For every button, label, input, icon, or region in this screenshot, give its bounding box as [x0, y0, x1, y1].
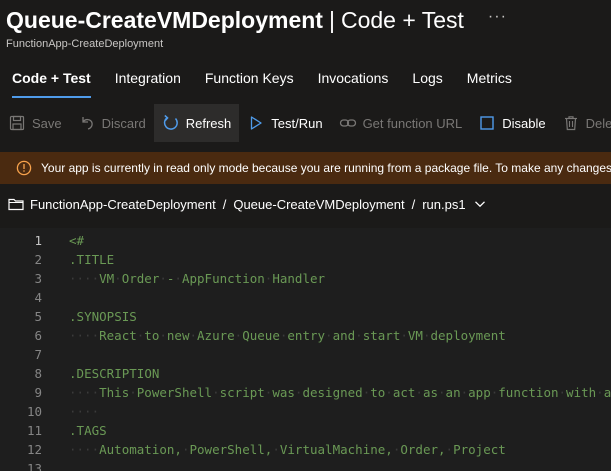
breadcrumb-separator: / [222, 196, 227, 212]
code-line[interactable]: 6 ····React·to·new·Azure·Queue·entry·and·… [0, 326, 611, 345]
command-bar: Save Discard Refresh Test/Run Get functi… [0, 104, 611, 142]
code-text: ····This·PowerShell·script·was·designed·… [69, 383, 611, 402]
tab-metrics[interactable]: Metrics [467, 66, 512, 98]
code-content: .SYNOPSIS [69, 309, 137, 324]
line-number: 13 [26, 461, 42, 471]
code-content: .TITLE [69, 252, 115, 267]
folder-icon [8, 198, 24, 211]
page-title: Queue-CreateVMDeployment [6, 6, 323, 33]
discard-label: Discard [101, 115, 146, 131]
code-line[interactable]: 2 .TITLE [0, 250, 611, 269]
disable-label: Disable [502, 115, 546, 131]
line-number: 6 [34, 328, 42, 343]
code-line[interactable]: 4 [0, 288, 611, 307]
line-number: 4 [34, 290, 42, 305]
test-run-label: Test/Run [271, 115, 323, 131]
code-line[interactable]: 7 [0, 345, 611, 364]
tab-invocations[interactable]: Invocations [318, 66, 389, 98]
line-number: 12 [26, 442, 42, 457]
function-editor-page: Queue-CreateVMDeployment | Code + Test ·… [0, 0, 611, 471]
line-number: 8 [34, 366, 42, 381]
code-line[interactable]: 11 .TAGS [0, 421, 611, 440]
code-text: .SYNOPSIS [69, 307, 137, 326]
code-content: VM·Order·-·AppFunction·Handler [99, 271, 326, 286]
breadcrumb-app[interactable]: FunctionApp-CreateDeployment [30, 197, 216, 212]
code-content: This·PowerShell·script·was·designed·to·a… [99, 385, 611, 400]
code-indent: ···· [69, 385, 100, 400]
code-line[interactable]: 3 ····VM·Order·-·AppFunction·Handler [0, 269, 611, 288]
code-line[interactable]: 8 .DESCRIPTION [0, 364, 611, 383]
link-icon [339, 114, 357, 132]
code-indent: ···· [69, 404, 100, 419]
code-line[interactable]: 5 .SYNOPSIS [0, 307, 611, 326]
discard-button[interactable]: Discard [70, 104, 154, 142]
disable-button[interactable]: Disable [470, 104, 553, 142]
play-icon [247, 114, 265, 132]
more-options-icon[interactable]: ··· [488, 8, 507, 26]
line-number: 9 [34, 385, 42, 400]
code-text: .TAGS [69, 421, 107, 440]
code-content: .TAGS [69, 423, 107, 438]
file-selector[interactable]: run.ps1 [422, 197, 465, 212]
save-label: Save [32, 115, 62, 131]
code-text: <# [69, 231, 84, 250]
page-title-section: Code + Test [340, 6, 464, 33]
undo-icon [78, 114, 96, 132]
refresh-label: Refresh [185, 115, 232, 131]
breadcrumb-separator: / [411, 196, 416, 212]
delete-button[interactable]: Delete [554, 104, 611, 142]
line-number: 3 [34, 271, 42, 286]
line-number: 7 [34, 347, 42, 362]
code-line[interactable]: 1 <# [0, 231, 611, 250]
line-number: 2 [34, 252, 42, 267]
line-number: 10 [26, 404, 42, 419]
code-line[interactable]: 10 ···· [0, 402, 611, 421]
code-line[interactable]: 9 ····This·PowerShell·script·was·designed… [0, 383, 611, 402]
refresh-icon [162, 114, 180, 132]
code-text: ···· [69, 402, 99, 421]
delete-label: Delete [585, 115, 611, 131]
code-text: ····VM·Order·-·AppFunction·Handler [69, 269, 325, 288]
save-button[interactable]: Save [0, 104, 70, 142]
title-separator: | [328, 6, 335, 33]
code-indent: ···· [69, 442, 100, 457]
code-content: .DESCRIPTION [69, 366, 160, 381]
banner-message: Your app is currently in read only mode … [41, 161, 611, 175]
tab-logs[interactable]: Logs [412, 66, 442, 98]
line-number: 11 [26, 423, 42, 438]
stop-icon [478, 114, 496, 132]
refresh-button[interactable]: Refresh [153, 104, 240, 142]
trash-icon [562, 114, 580, 132]
tab-integration[interactable]: Integration [115, 66, 181, 98]
code-content: Automation,·PowerShell,·VirtualMachine,·… [99, 442, 506, 457]
page-subtitle: FunctionApp-CreateDeployment [6, 38, 164, 50]
save-icon [8, 114, 26, 132]
breadcrumb-function[interactable]: Queue-CreateVMDeployment [233, 197, 404, 212]
test-run-button[interactable]: Test/Run [239, 104, 330, 142]
page-header: Queue-CreateVMDeployment | Code + Test ·… [6, 4, 507, 36]
chevron-down-icon[interactable] [474, 198, 486, 210]
code-editor[interactable]: 1 <# 2 .TITLE 3 ····VM·Order·-·AppFunction·Ha… [0, 228, 611, 471]
code-text: .TITLE [69, 250, 114, 269]
code-line[interactable]: 12 ····Automation,·PowerShell,·VirtualMac… [0, 440, 611, 459]
get-function-url-label: Get function URL [362, 115, 463, 131]
warning-icon [16, 160, 32, 176]
read-only-warning-banner: Your app is currently in read only mode … [0, 152, 611, 184]
file-breadcrumb: FunctionApp-CreateDeployment / Queue-Cre… [8, 194, 486, 214]
code-content: <# [69, 233, 85, 248]
code-line[interactable]: 13 [0, 459, 611, 471]
code-text: ····React·to·new·Azure·Queue·entry·and·s… [69, 326, 506, 345]
line-number: 5 [34, 309, 42, 324]
tab-bar: Code + Test Integration Function Keys In… [0, 66, 524, 98]
code-indent: ···· [69, 328, 100, 343]
line-number: 1 [34, 233, 42, 248]
get-function-url-button[interactable]: Get function URL [331, 104, 471, 142]
code-text: ····Automation,·PowerShell,·VirtualMachi… [69, 440, 506, 459]
code-text: .DESCRIPTION [69, 364, 159, 383]
tab-code-test[interactable]: Code + Test [12, 66, 91, 98]
code-indent: ···· [69, 271, 100, 286]
tab-function-keys[interactable]: Function Keys [205, 66, 294, 98]
code-content: React·to·new·Azure·Queue·entry·and·start… [99, 328, 506, 343]
